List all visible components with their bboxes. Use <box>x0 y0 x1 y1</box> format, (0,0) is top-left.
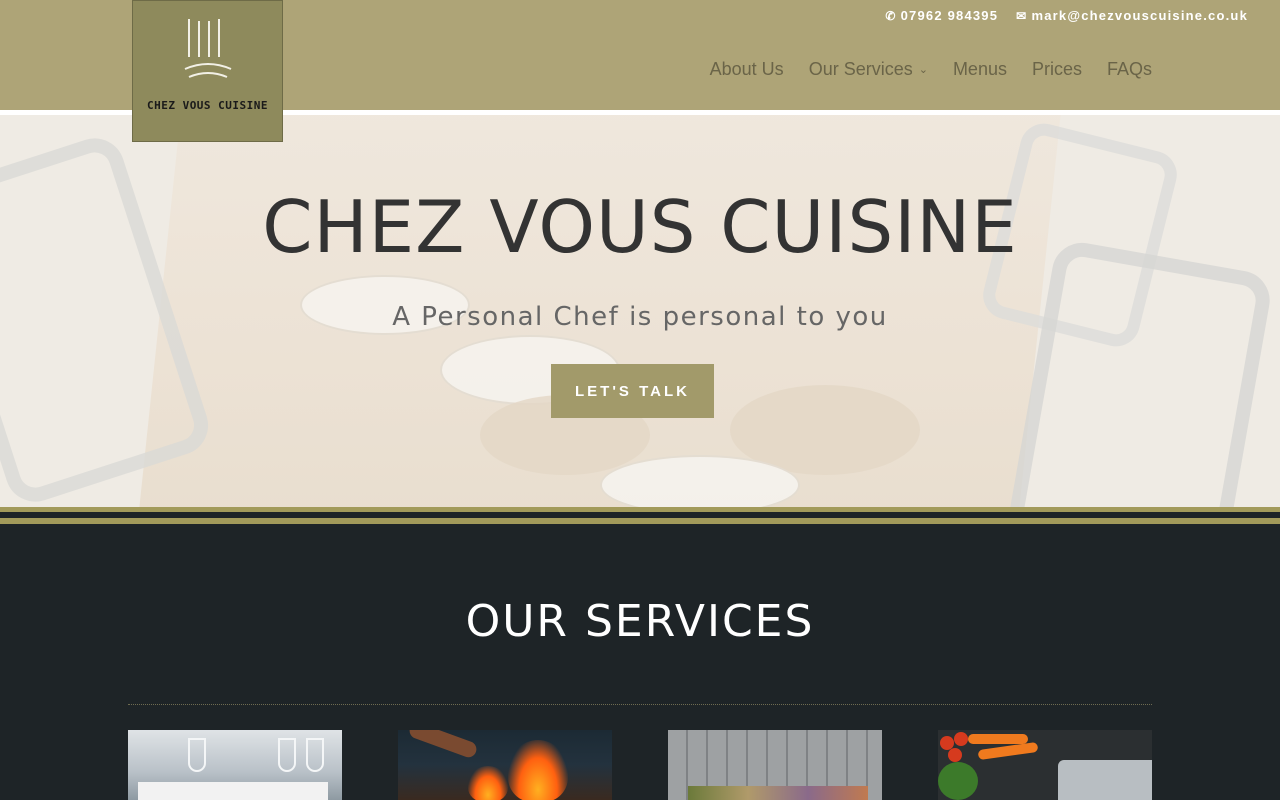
tomato <box>948 748 962 762</box>
service-card-image[interactable] <box>938 730 1152 800</box>
nav-label: Prices <box>1031 59 1082 79</box>
wine-glass <box>306 738 324 772</box>
hero-section: CHEZ VOUS CUISINE A Personal Chef is per… <box>0 110 1280 507</box>
service-card-image[interactable] <box>398 730 612 800</box>
services-section: OUR SERVICES <box>0 524 1280 800</box>
carrot <box>977 741 1039 761</box>
service-card-image[interactable] <box>128 730 342 800</box>
tomato <box>954 732 968 746</box>
wine-glass <box>278 738 296 772</box>
phone-link[interactable]: ✆ 07962 984395 <box>885 8 998 23</box>
broccoli <box>938 762 978 800</box>
wine-glass <box>188 738 206 772</box>
hero-plate <box>600 455 800 507</box>
envelope-icon: ✉ <box>1016 8 1028 23</box>
nav-prices[interactable]: Prices <box>1032 59 1082 80</box>
nav-faqs[interactable]: FAQs <box>1107 59 1152 80</box>
nav-label: Menus <box>952 59 1007 79</box>
nav-menus[interactable]: Menus <box>953 59 1007 80</box>
nav-label: Our Services <box>808 59 913 79</box>
services-heading: OUR SERVICES <box>465 596 815 647</box>
email-address: mark@chezvouscuisine.co.uk <box>1031 8 1248 23</box>
phone-icon: ✆ <box>885 8 897 23</box>
food-platter <box>688 786 868 800</box>
knife <box>1058 760 1152 800</box>
logo-text: CHEZ VOUS CUISINE <box>146 99 269 112</box>
table-napkin <box>138 782 328 800</box>
hero-title: CHEZ VOUS CUISINE <box>262 185 1018 269</box>
nav-about-us[interactable]: About Us <box>710 59 784 80</box>
main-nav: About Us Our Services ⌄ Menus Prices FAQ… <box>710 59 1152 80</box>
nav-our-services[interactable]: Our Services ⌄ <box>809 59 928 80</box>
phone-number: 07962 984395 <box>900 8 999 23</box>
carrot <box>968 734 1028 744</box>
fork-logo-icon <box>184 19 232 78</box>
flame <box>468 766 508 800</box>
chef-arm <box>407 730 479 760</box>
site-logo[interactable]: CHEZ VOUS CUISINE <box>132 0 283 142</box>
hero-subtitle: A Personal Chef is personal to you <box>392 302 888 332</box>
nav-label: FAQs <box>1106 59 1152 79</box>
chevron-down-icon: ⌄ <box>918 64 928 76</box>
nav-label: About Us <box>709 59 784 79</box>
lets-talk-button[interactable]: LET'S TALK <box>551 364 714 418</box>
contact-bar: ✆ 07962 984395 ✉ mark@chezvouscuisine.co… <box>885 8 1248 23</box>
email-link[interactable]: ✉ mark@chezvouscuisine.co.uk <box>1016 8 1248 23</box>
flame <box>508 740 568 800</box>
service-card-image[interactable] <box>668 730 882 800</box>
section-divider <box>128 704 1152 705</box>
